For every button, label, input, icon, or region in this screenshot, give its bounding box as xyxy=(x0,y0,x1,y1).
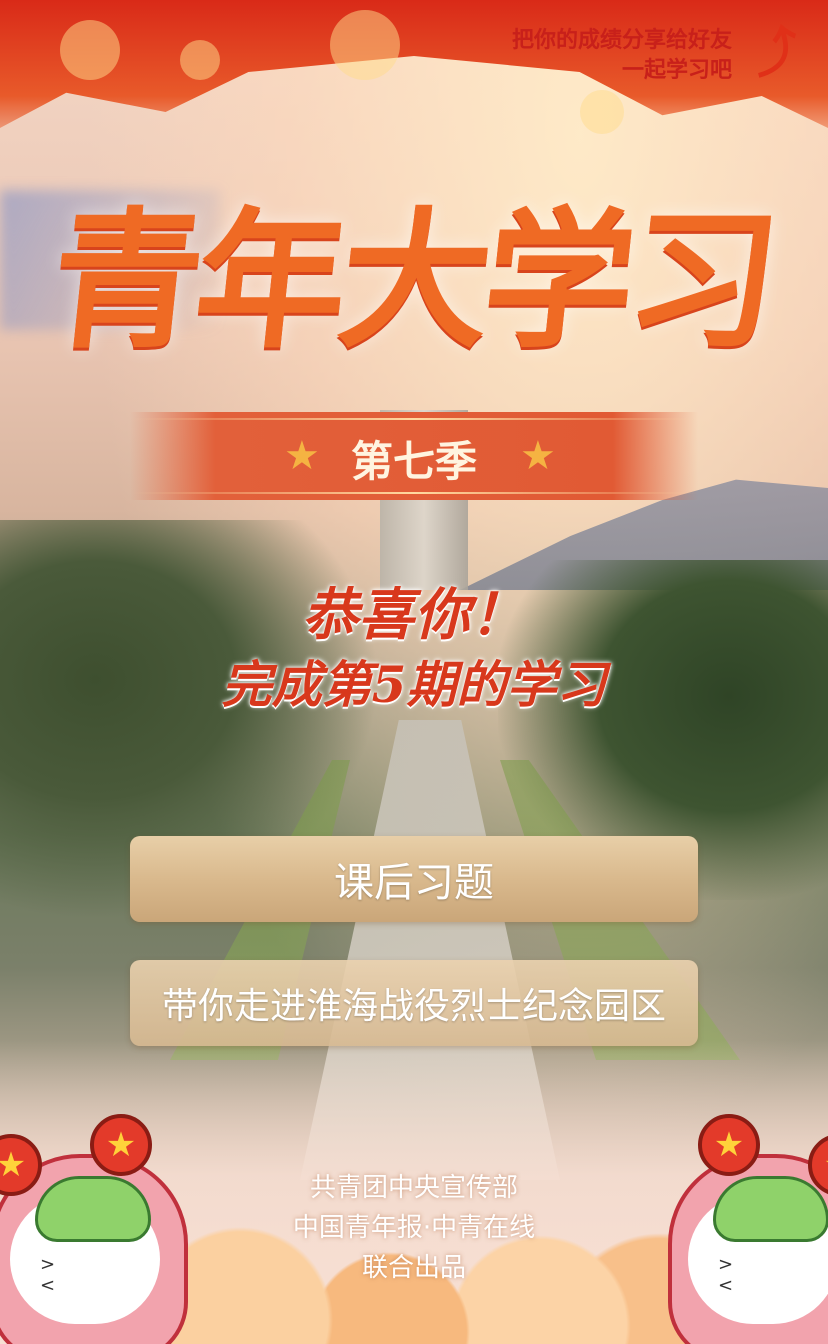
credits-line1: 共青团中央宣传部 xyxy=(309,1173,518,1203)
memorial-tour-button[interactable]: 带你走进淮海战役烈士纪念园区 xyxy=(130,960,698,1046)
share-prompt-line2: 一起学习吧 xyxy=(621,58,732,83)
congrats-message: 恭喜你！ 完成第5期的学习 xyxy=(0,580,828,718)
bokeh-light xyxy=(580,90,624,134)
page-root: 把你的成绩分享给好友 一起学习吧 ⤴ 青年大学习 ★ 第七季 ★ 恭喜你！ 完成… xyxy=(0,0,828,1344)
share-prompt[interactable]: 把你的成绩分享给好友 一起学习吧 xyxy=(512,26,732,86)
congrats-line2: 完成第5期的学习 xyxy=(221,655,607,714)
bokeh-light xyxy=(60,20,120,80)
congrats-line1: 恭喜你！ xyxy=(302,582,526,648)
page-title: 青年大学习 xyxy=(43,193,782,369)
star-icon: ★ xyxy=(90,1114,152,1176)
credits-line2: 中国青年报·中青在线 xyxy=(292,1213,536,1243)
season-label: 第七季 xyxy=(350,437,477,486)
bokeh-light xyxy=(330,10,400,80)
bokeh-light xyxy=(180,40,220,80)
exercises-button[interactable]: 课后习题 xyxy=(130,836,698,922)
share-prompt-line1: 把你的成绩分享给好友 xyxy=(511,28,732,53)
star-icon: ★ xyxy=(698,1114,760,1176)
credits-line3: 联合出品 xyxy=(361,1253,466,1283)
credits: 共青团中央宣传部 中国青年报·中青在线 联合出品 xyxy=(0,1168,828,1288)
star-icon: ★ xyxy=(520,433,556,479)
